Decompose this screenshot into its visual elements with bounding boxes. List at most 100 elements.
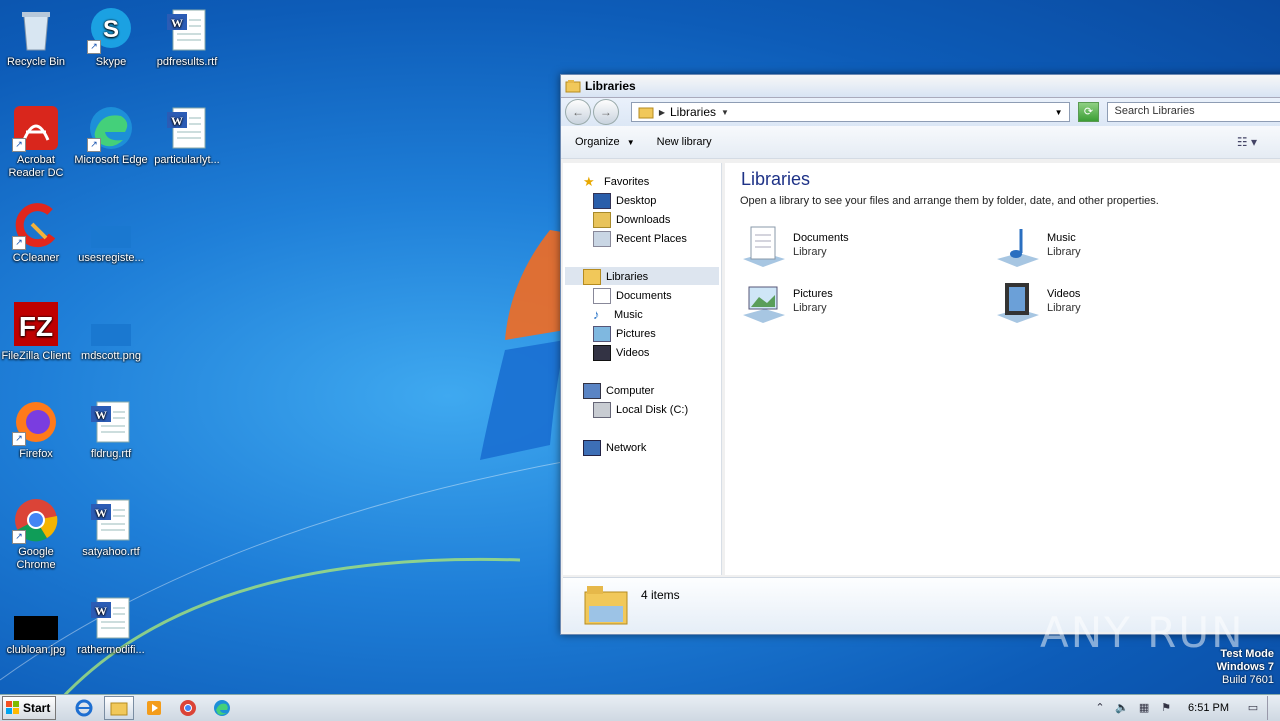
desktop-icon-label: mdscott.png	[81, 350, 141, 362]
desktop-icon-edge[interactable]: ↗ Microsoft Edge	[73, 104, 149, 167]
notification-icon[interactable]: ▭	[1245, 701, 1261, 715]
nav-item-pictures[interactable]: Pictures	[593, 325, 656, 343]
search-input[interactable]: Search Libraries	[1107, 102, 1280, 122]
nav-item-videos[interactable]: Videos	[593, 344, 649, 362]
test-mode-notice: Test Mode Windows 7 Build 7601	[1217, 648, 1274, 687]
pictures-library-icon	[743, 286, 785, 323]
back-button[interactable]: ←	[565, 99, 591, 125]
taskbar-media-player[interactable]	[140, 697, 168, 719]
svg-text:S: S	[103, 16, 119, 43]
system-tray: ⌃ 🔈 ▦ ⚑ 6:51 PM ▭	[1092, 695, 1280, 721]
nav-item-network[interactable]: Network	[583, 439, 646, 457]
libraries-folder-icon	[584, 586, 628, 625]
nav-label: Pictures	[616, 328, 656, 340]
explorer-window[interactable]: Libraries ← → ▶ Libraries ▼ ▼ ⟳ Search L…	[560, 74, 1280, 635]
library-music[interactable]: Music Library	[995, 223, 1081, 269]
library-name: Documents	[793, 232, 849, 244]
nav-item-recent-places[interactable]: Recent Places	[593, 230, 687, 248]
taskbar-internet-explorer[interactable]	[70, 697, 98, 719]
desktop-icon-label: rathermodifi...	[77, 644, 145, 656]
breadcrumb-libraries[interactable]: Libraries	[670, 105, 716, 119]
taskbar-edge[interactable]	[208, 697, 236, 719]
libraries-icon	[583, 269, 601, 285]
recent-places-icon	[593, 231, 611, 247]
desktop-icon-skype[interactable]: S ↗ Skype	[73, 6, 149, 69]
music-library-icon	[997, 229, 1039, 267]
nav-item-libraries[interactable]: Libraries	[583, 268, 648, 286]
computer-icon	[583, 383, 601, 399]
start-button[interactable]: Start	[2, 696, 56, 720]
nav-item-downloads[interactable]: Downloads	[593, 211, 670, 229]
nav-item-music[interactable]: ♪ Music	[593, 306, 643, 324]
network-status-icon[interactable]: ▦	[1136, 701, 1152, 715]
word-document-icon: W	[91, 597, 130, 639]
clock[interactable]: 6:51 PM	[1188, 702, 1229, 714]
library-pictures[interactable]: Pictures Library	[741, 279, 833, 325]
desktop-icon-clubloan[interactable]: clubloan.jpg	[0, 594, 74, 657]
svg-text:FZ: FZ	[19, 311, 53, 342]
library-type: Library	[793, 302, 827, 314]
music-note-icon: ♪	[593, 307, 600, 322]
videos-icon	[593, 345, 611, 361]
desktop-icon-ccleaner[interactable]: ↗ CCleaner	[0, 202, 74, 265]
edge-icon	[214, 700, 230, 716]
desktop-icon-filezilla[interactable]: FZ FileZilla Client	[0, 300, 74, 363]
page-subtitle: Open a library to see your files and arr…	[740, 195, 1159, 207]
shortcut-arrow-icon: ↗	[87, 138, 101, 152]
window-titlebar[interactable]: Libraries	[561, 75, 1280, 98]
volume-icon[interactable]: 🔈	[1114, 701, 1130, 715]
shortcut-arrow-icon: ↗	[12, 432, 26, 446]
nav-item-desktop[interactable]: Desktop	[593, 192, 656, 210]
desktop-icon-label: Google Chrome	[16, 546, 56, 571]
change-view-icon[interactable]: ☷ ▾	[1237, 135, 1257, 149]
show-hidden-icons-icon[interactable]: ⌃	[1092, 701, 1108, 715]
desktop-icon-mdscott[interactable]: mdscott.png	[73, 300, 149, 363]
desktop-icon-firefox[interactable]: ↗ Firefox	[0, 398, 74, 461]
hard-drive-icon	[593, 402, 611, 418]
breadcrumb-chevron-icon[interactable]: ▶	[659, 108, 665, 117]
desktop-icon-acrobat[interactable]: ↗ Acrobat Reader DC	[0, 104, 74, 180]
show-desktop-button[interactable]	[1267, 696, 1280, 720]
desktop-icon-recycle-bin[interactable]: Recycle Bin	[0, 6, 74, 69]
new-library-button[interactable]: New library	[657, 136, 712, 148]
folder-icon	[110, 702, 128, 716]
filezilla-icon: FZ	[14, 302, 58, 346]
taskbar-chrome[interactable]	[174, 697, 202, 719]
nav-item-local-disk[interactable]: Local Disk (C:)	[593, 401, 688, 419]
desktop-icon-label: Skype	[95, 56, 127, 68]
pictures-icon	[593, 326, 611, 342]
word-document-icon: W	[167, 107, 206, 149]
desktop-icon-usesregiste[interactable]: usesregiste...	[73, 202, 149, 265]
videos-library-icon	[997, 283, 1039, 323]
desktop-icon-pdfresults[interactable]: W pdfresults.rtf	[149, 6, 225, 69]
nav-label: Network	[606, 442, 647, 454]
nav-item-documents[interactable]: Documents	[593, 287, 672, 305]
chevron-down-icon[interactable]: ▼	[721, 108, 729, 117]
shortcut-arrow-icon: ↗	[12, 138, 26, 152]
library-videos[interactable]: Videos Library	[995, 279, 1081, 325]
desktop-icon-label: FileZilla Client	[1, 350, 71, 362]
navigation-pane: ★ Favorites Desktop Downloads Recent Plac…	[563, 163, 722, 575]
refresh-button[interactable]: ⟳	[1077, 102, 1100, 122]
nav-item-computer[interactable]: Computer	[583, 382, 654, 400]
address-dropdown-icon[interactable]: ▼	[1055, 108, 1063, 117]
address-row: ← → ▶ Libraries ▼ ▼ ⟳ Search Libraries	[561, 98, 1280, 126]
address-bar[interactable]: ▶ Libraries ▼ ▼	[630, 102, 1070, 122]
blank-file-icon	[91, 226, 131, 248]
library-type: Library	[793, 246, 827, 258]
organize-button[interactable]: Organize ▼	[575, 136, 635, 148]
desktop-icon-fldrug[interactable]: W fldrug.rtf	[73, 398, 149, 461]
library-documents[interactable]: Documents Library	[741, 223, 849, 269]
desktop-icon-rathermodifi[interactable]: W rathermodifi...	[73, 594, 149, 657]
svg-text:W: W	[95, 506, 107, 520]
action-center-flag-icon[interactable]: ⚑	[1158, 701, 1174, 715]
taskbar-explorer[interactable]	[104, 696, 134, 720]
forward-button[interactable]: →	[592, 99, 619, 125]
desktop-icon-particularly[interactable]: W particularlyt...	[149, 104, 225, 167]
library-type: Library	[1047, 302, 1081, 314]
nav-item-favorites[interactable]: ★ Favorites	[583, 173, 649, 191]
svg-text:W: W	[171, 114, 183, 128]
desktop-icon-satyahoo[interactable]: W satyahoo.rtf	[73, 496, 149, 559]
desktop-icon-chrome[interactable]: ↗ Google Chrome	[0, 496, 74, 572]
desktop-icon-label: clubloan.jpg	[6, 644, 66, 656]
